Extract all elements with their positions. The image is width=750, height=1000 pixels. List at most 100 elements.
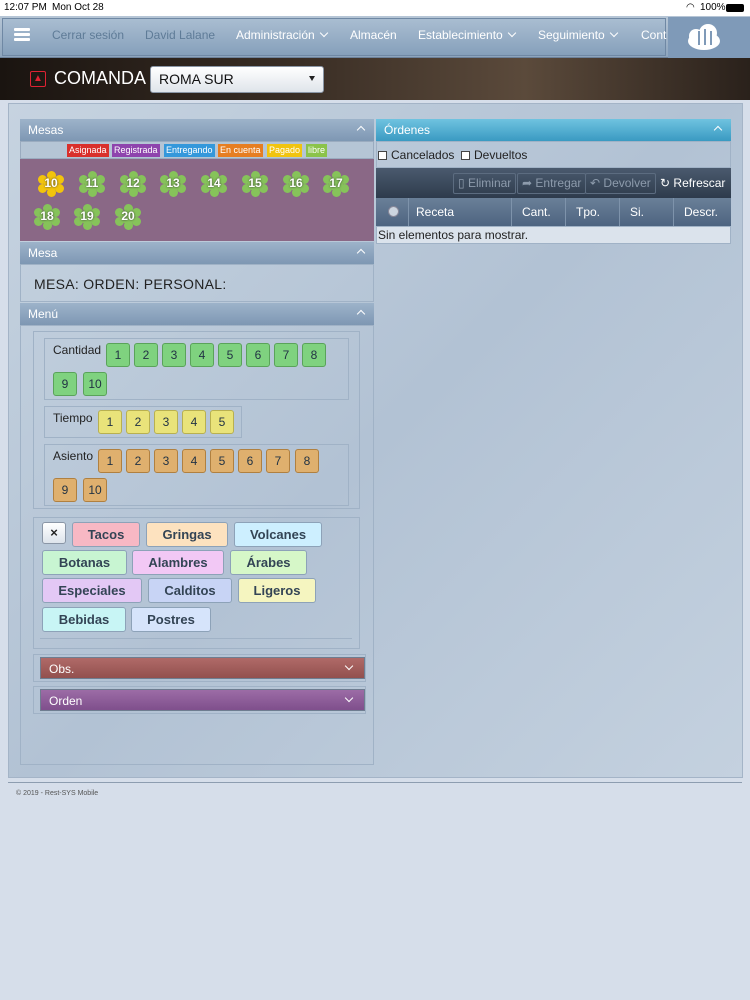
nav-establecimiento[interactable]: Establecimiento	[418, 28, 516, 42]
table-15[interactable]: 15	[242, 171, 268, 197]
chevron-up-icon[interactable]	[356, 125, 366, 135]
nav-seguimiento[interactable]: Seguimiento	[538, 28, 618, 42]
category-calditos[interactable]: Calditos	[148, 578, 232, 603]
nav-establecimiento-label: Establecimiento	[418, 28, 503, 42]
table-20[interactable]: 20	[115, 204, 141, 230]
col-receta[interactable]: Receta	[416, 205, 454, 219]
cantidad-button-1[interactable]: 1	[106, 343, 130, 367]
asiento-button-6[interactable]: 6	[238, 449, 262, 473]
entregar-button[interactable]: ➦ Entregar	[517, 173, 587, 194]
asiento-button-10[interactable]: 10	[83, 478, 107, 502]
eliminar-button[interactable]: ▯ Eliminar	[453, 173, 517, 194]
chevron-up-icon[interactable]	[356, 309, 366, 319]
table-10[interactable]: 10	[38, 171, 64, 197]
mesa-header[interactable]: Mesa	[20, 242, 374, 264]
nav-almacen[interactable]: Almacén	[350, 28, 397, 42]
filter-cancelados[interactable]: Cancelados	[378, 148, 454, 162]
col-cant[interactable]: Cant.	[522, 205, 551, 219]
column-divider	[408, 198, 409, 226]
ordenes-header[interactable]: Órdenes	[376, 119, 731, 141]
table-17[interactable]: 17	[323, 171, 349, 197]
refrescar-button[interactable]: ↻ Refrescar	[655, 173, 730, 194]
asiento-button-1[interactable]: 1	[98, 449, 122, 473]
branch-select[interactable]: ROMA SUR	[150, 66, 324, 93]
column-divider	[511, 198, 512, 226]
asiento-button-4[interactable]: 4	[182, 449, 206, 473]
col-descr[interactable]: Descr.	[684, 205, 718, 219]
orden-collapsible[interactable]: Orden	[40, 689, 365, 711]
checkbox-icon[interactable]	[378, 151, 387, 160]
chevron-up-icon[interactable]	[713, 125, 723, 135]
cantidad-button-8[interactable]: 8	[302, 343, 326, 367]
cantidad-label: Cantidad	[53, 343, 102, 357]
cantidad-button-4[interactable]: 4	[190, 343, 214, 367]
tiempo-button-3[interactable]: 3	[154, 410, 178, 434]
filter-devueltos[interactable]: Devueltos	[461, 148, 527, 162]
tiempo-button-4[interactable]: 4	[182, 410, 206, 434]
table-14[interactable]: 14	[201, 171, 227, 197]
entregar-label: Entregar	[535, 176, 582, 190]
menu-header[interactable]: Menú	[20, 303, 374, 325]
cancelados-label: Cancelados	[391, 148, 455, 162]
category-gringas[interactable]: Gringas	[146, 522, 228, 547]
asiento-button-5[interactable]: 5	[210, 449, 234, 473]
category-volcanes[interactable]: Volcanes	[234, 522, 322, 547]
mesas-grid: 10 11 12 13 14 15 16 17 18 19 20	[20, 159, 374, 241]
cantidad-button-9[interactable]: 9	[53, 372, 77, 396]
devolver-button[interactable]: ↶ Devolver	[585, 173, 656, 194]
nav-user[interactable]: David Lalane	[145, 28, 215, 42]
cantidad-button-5[interactable]: 5	[218, 343, 242, 367]
tiempo-button-2[interactable]: 2	[126, 410, 150, 434]
checkbox-icon[interactable]	[461, 151, 470, 160]
clear-button[interactable]: ×	[42, 522, 66, 544]
cantidad-button-3[interactable]: 3	[162, 343, 186, 367]
obs-collapsible[interactable]: Obs.	[40, 657, 365, 679]
legend-registrada: Registrada	[112, 144, 160, 157]
table-13[interactable]: 13	[160, 171, 186, 197]
ordenes-title: Órdenes	[384, 123, 431, 137]
bell-icon[interactable]: ▲	[30, 71, 46, 87]
hamburger-menu-icon[interactable]	[14, 28, 30, 42]
table-number: 14	[207, 176, 221, 190]
cantidad-button-2[interactable]: 2	[134, 343, 158, 367]
cloud-logo-icon	[668, 17, 750, 58]
mesa-info: MESA: ORDEN: PERSONAL:	[34, 276, 227, 292]
tiempo-button-1[interactable]: 1	[98, 410, 122, 434]
category-rabes[interactable]: Árabes	[230, 550, 307, 575]
nav-cont[interactable]: Cont	[641, 28, 666, 42]
mesa-title: Mesa	[28, 246, 58, 260]
select-all-checkbox[interactable]	[388, 206, 399, 217]
chevron-down-icon	[319, 28, 328, 38]
category-alambres[interactable]: Alambres	[132, 550, 224, 575]
asiento-button-7[interactable]: 7	[266, 449, 290, 473]
tiempo-button-5[interactable]: 5	[210, 410, 234, 434]
asiento-button-3[interactable]: 3	[154, 449, 178, 473]
battery-icon	[726, 4, 744, 12]
category-ligeros[interactable]: Ligeros	[238, 578, 316, 603]
nav-cerrar-sesion[interactable]: Cerrar sesión	[52, 28, 124, 42]
table-11[interactable]: 11	[79, 171, 105, 197]
table-16[interactable]: 16	[283, 171, 309, 197]
category-bebidas[interactable]: Bebidas	[42, 607, 126, 632]
table-number: 16	[289, 176, 303, 190]
table-number: 17	[329, 176, 343, 190]
asiento-button-9[interactable]: 9	[53, 478, 77, 502]
col-si[interactable]: Si.	[630, 205, 644, 219]
category-especiales[interactable]: Especiales	[42, 578, 142, 603]
asiento-button-2[interactable]: 2	[126, 449, 150, 473]
mesas-header[interactable]: Mesas	[20, 119, 374, 141]
category-botanas[interactable]: Botanas	[42, 550, 127, 575]
chevron-up-icon[interactable]	[356, 248, 366, 258]
nav-administracion[interactable]: Administración	[236, 28, 328, 42]
asiento-button-8[interactable]: 8	[295, 449, 319, 473]
col-tpo[interactable]: Tpo.	[576, 205, 600, 219]
cantidad-button-7[interactable]: 7	[274, 343, 298, 367]
category-tacos[interactable]: Tacos	[72, 522, 140, 547]
table-18[interactable]: 18	[34, 204, 60, 230]
table-12[interactable]: 12	[120, 171, 146, 197]
chevron-down-icon	[344, 693, 354, 703]
table-19[interactable]: 19	[74, 204, 100, 230]
cantidad-button-6[interactable]: 6	[246, 343, 270, 367]
cantidad-button-10[interactable]: 10	[83, 372, 107, 396]
category-postres[interactable]: Postres	[131, 607, 211, 632]
